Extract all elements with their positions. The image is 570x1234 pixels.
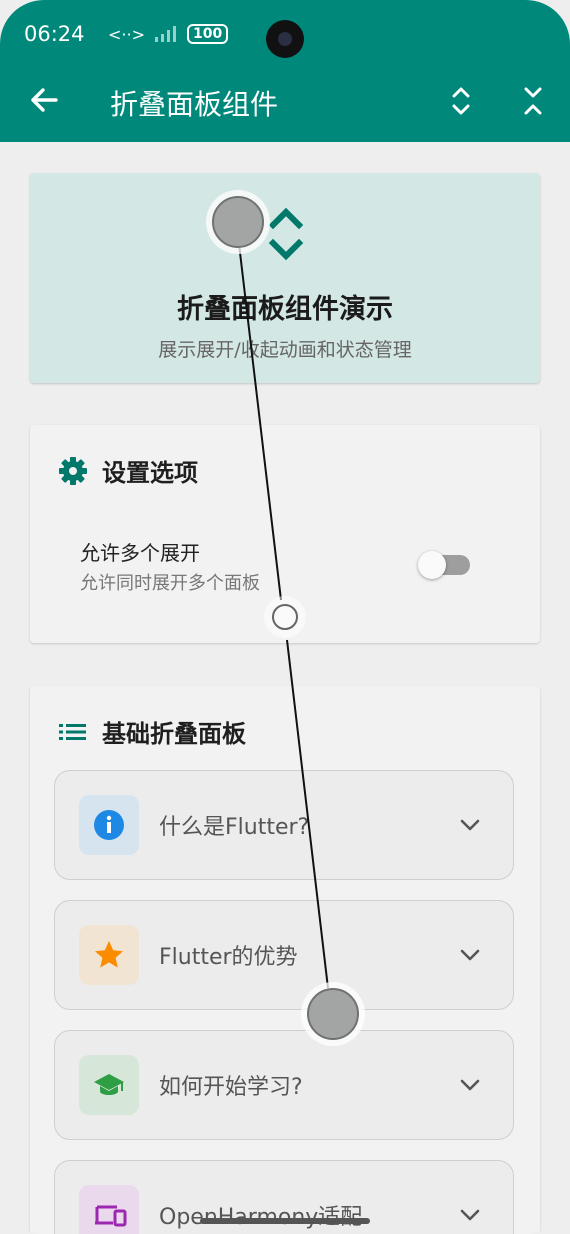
- touch-start-indicator: [212, 196, 264, 248]
- screen: 06:24 <··> 100 折叠面板组件 折叠面板组件演示 展示展开/收起动画…: [0, 0, 570, 1234]
- home-indicator[interactable]: [200, 1218, 370, 1224]
- touch-end-indicator: [307, 988, 359, 1040]
- touch-midpoint-indicator: [272, 604, 298, 630]
